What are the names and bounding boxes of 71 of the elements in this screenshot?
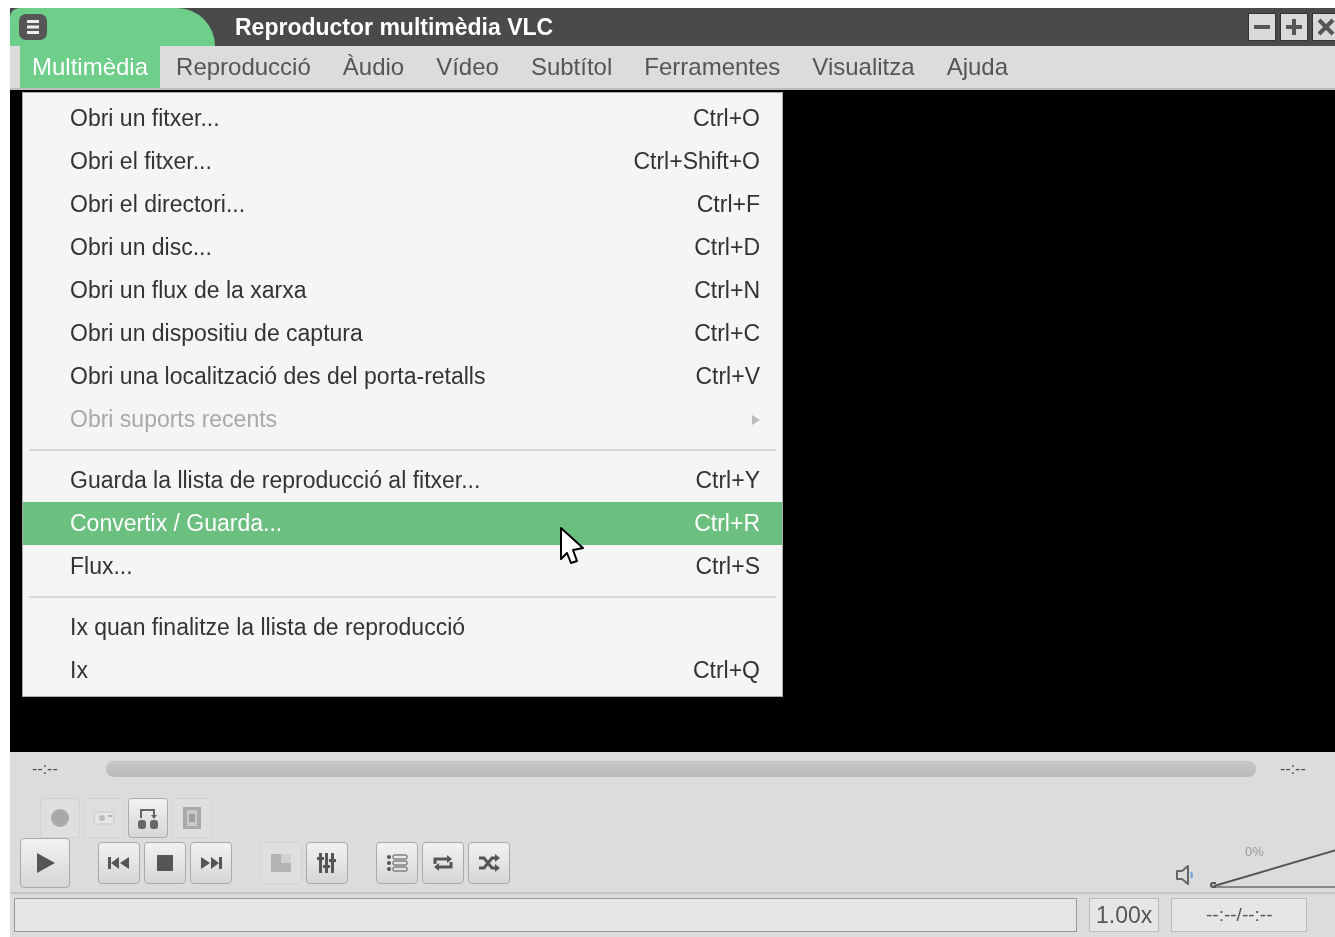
next-button[interactable] bbox=[190, 842, 232, 884]
minimize-icon[interactable] bbox=[1248, 13, 1276, 41]
menu-item-label: Obri un dispositiu de captura bbox=[70, 319, 363, 349]
shortcut-label: Ctrl+F bbox=[696, 190, 760, 220]
menu-item-label: Flux... bbox=[70, 552, 133, 582]
volume-handle[interactable] bbox=[1210, 882, 1216, 888]
menu-tab[interactable]: Àudio bbox=[326, 46, 421, 88]
close-icon[interactable] bbox=[1312, 13, 1335, 41]
fullscreen-icon bbox=[269, 851, 293, 875]
ab-loop-button[interactable] bbox=[128, 798, 168, 838]
shuffle-button[interactable] bbox=[468, 842, 510, 884]
shortcut-label: Ctrl+Shift+O bbox=[633, 147, 760, 177]
menu-item-label: Obri una localització des del porta-retalls bbox=[70, 362, 486, 392]
menu-item-label: Obri el fitxer... bbox=[70, 147, 212, 177]
shortcut-label: Ctrl+N bbox=[694, 276, 760, 306]
menu-item-label: Obri el directori... bbox=[70, 190, 246, 220]
menu-item[interactable]: Obri un flux de la xarxa Ctrl+N bbox=[23, 269, 782, 312]
menu-icon[interactable] bbox=[18, 13, 48, 41]
menu-item-label: Ix quan finalitze la llista de reproducció bbox=[70, 613, 466, 643]
menu-tab[interactable]: Visualitza bbox=[796, 46, 931, 88]
playlist-icon bbox=[385, 851, 409, 875]
playlist-button[interactable] bbox=[376, 842, 418, 884]
menu-item-label: Ix bbox=[70, 656, 88, 686]
menu-item[interactable]: Obri un fitxer... Ctrl+O bbox=[23, 97, 782, 140]
previous-button[interactable] bbox=[98, 842, 140, 884]
speaker-icon[interactable] bbox=[1175, 864, 1195, 886]
menu-item[interactable]: Obri un dispositiu de captura Ctrl+C bbox=[23, 312, 782, 355]
window-title: Reproductor multimèdia VLC bbox=[235, 12, 554, 42]
ab-loop-icon bbox=[136, 806, 160, 830]
equalizer-icon bbox=[315, 851, 339, 875]
menu-tab[interactable]: Vídeo bbox=[420, 46, 515, 88]
menu-item-label: Obri suports recents bbox=[70, 405, 278, 435]
menu-tab[interactable]: Ferramentes bbox=[628, 46, 797, 88]
submenu-arrow-icon bbox=[752, 414, 760, 425]
stop-button[interactable] bbox=[144, 842, 186, 884]
menu-tab[interactable]: Reproducció bbox=[160, 46, 327, 88]
elapsed-time: --:-- bbox=[32, 759, 59, 779]
loop-button[interactable] bbox=[422, 842, 464, 884]
menu-item[interactable]: Flux... Ctrl+S bbox=[23, 545, 782, 588]
menu-item-label: Obri un disc... bbox=[70, 233, 212, 263]
shortcut-label: Ctrl+V bbox=[695, 362, 760, 392]
shortcut-label: Ctrl+Q bbox=[692, 656, 760, 686]
menu-item-label: Obri un fitxer... bbox=[70, 104, 220, 134]
playback-speed[interactable]: 1.00x bbox=[1089, 898, 1160, 932]
shortcut-label: Ctrl+O bbox=[692, 104, 760, 134]
menu-item[interactable]: Guarda la llista de reproducció al fitxer... Ctrl+Y bbox=[23, 459, 782, 502]
shortcut-label: Ctrl+R bbox=[694, 509, 760, 539]
record-icon bbox=[48, 806, 72, 830]
maximize-icon[interactable] bbox=[1280, 13, 1308, 41]
shortcut-label: Ctrl+C bbox=[694, 319, 760, 349]
shortcut-label: Ctrl+Y bbox=[695, 466, 760, 496]
pointer-cursor-icon bbox=[558, 526, 586, 566]
menu-item[interactable]: Ix Ctrl+Q bbox=[23, 649, 782, 692]
menu-tab[interactable]: Subtítol bbox=[514, 46, 629, 88]
remaining-time: --:-- bbox=[1280, 759, 1306, 779]
menu-tab[interactable]: Ajuda bbox=[930, 46, 1024, 88]
menu-item-label: Guarda la llista de reproducció al fitxer... bbox=[70, 466, 481, 496]
shuffle-icon bbox=[477, 851, 501, 875]
menu-item[interactable]: Obri una localització des del porta-retalls Ctrl+V bbox=[23, 355, 782, 398]
time-display: --:--/--:-- bbox=[1171, 898, 1308, 932]
menu-item-label: Obri un flux de la xarxa bbox=[70, 276, 307, 306]
menu-item[interactable]: Obri un disc... Ctrl+D bbox=[23, 226, 782, 269]
volume-reading: 0% bbox=[1245, 843, 1264, 861]
menu-item-label: Convertix / Guarda... bbox=[70, 509, 283, 539]
menu-item[interactable]: Obri el fitxer... Ctrl+Shift+O bbox=[23, 140, 782, 183]
shortcut-label: Ctrl+D bbox=[694, 233, 760, 263]
shortcut-label: Ctrl+S bbox=[695, 552, 760, 582]
play-button[interactable] bbox=[20, 838, 70, 888]
equalizer-button[interactable] bbox=[306, 842, 348, 884]
menu-item[interactable]: Obri el directori... Ctrl+F bbox=[23, 183, 782, 226]
menu-item[interactable]: Ix quan finalitze la llista de reproducció bbox=[23, 606, 782, 649]
